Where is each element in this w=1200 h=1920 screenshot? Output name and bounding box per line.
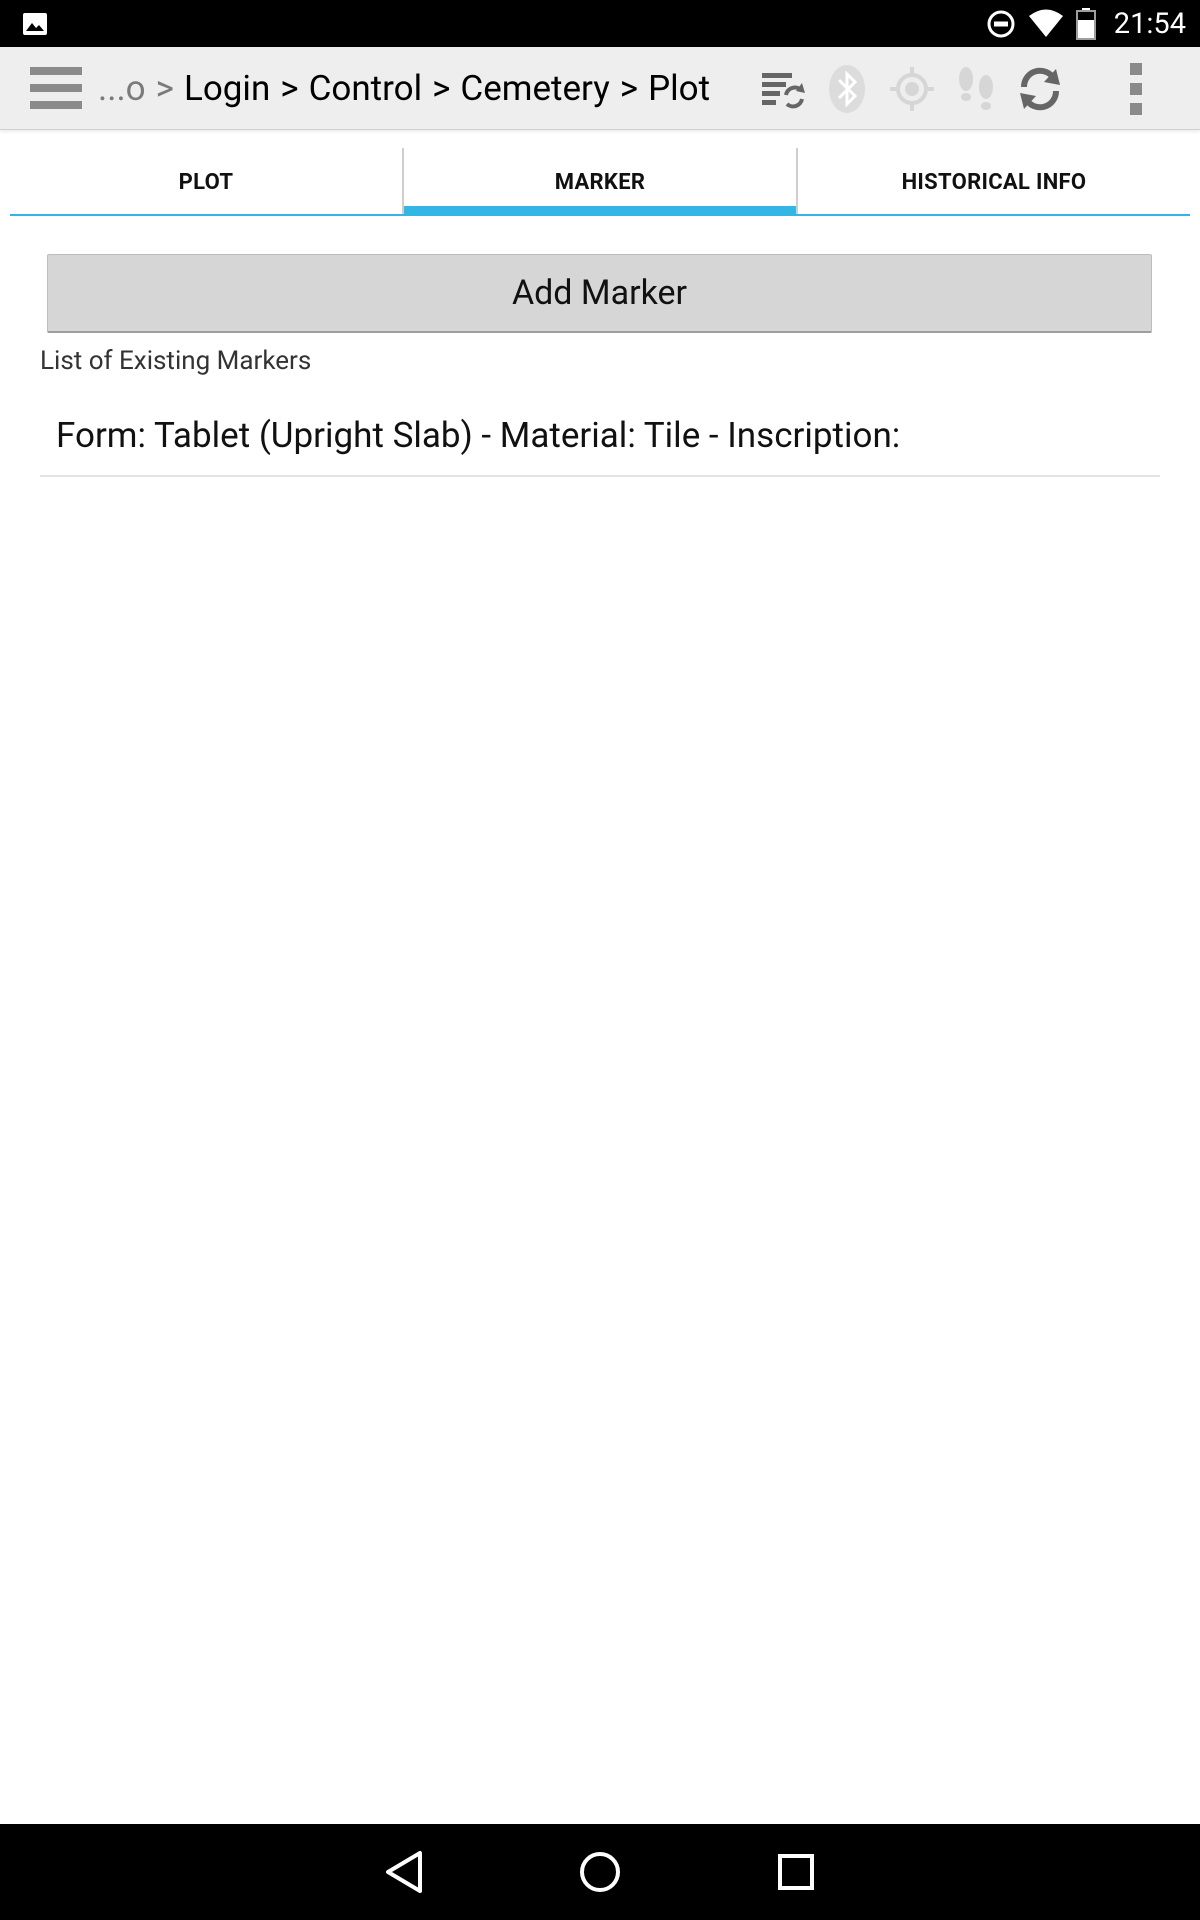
breadcrumb-separator: >: [619, 68, 639, 109]
do-not-disturb-icon: [987, 10, 1015, 37]
hamburger-menu-icon[interactable]: [30, 67, 82, 109]
status-bar: 21:54: [0, 0, 1200, 47]
overflow-menu-icon[interactable]: [1108, 61, 1164, 117]
breadcrumb-separator: >: [432, 68, 451, 109]
gps-icon[interactable]: [884, 61, 940, 117]
breadcrumb: ...o > Login > Control > Cemetery > Plot: [98, 47, 710, 130]
breadcrumb-item-control[interactable]: Control: [309, 68, 423, 109]
action-bar: ...o > Login > Control > Cemetery > Plot: [0, 47, 1200, 130]
footprints-icon[interactable]: [948, 61, 1004, 117]
tab-historical-info[interactable]: HISTORICAL INFO: [798, 148, 1190, 216]
status-time: 21:54: [1113, 6, 1186, 41]
refresh-icon[interactable]: [1012, 61, 1068, 117]
bluetooth-icon[interactable]: [819, 61, 875, 117]
marker-list-item[interactable]: Form: Tablet (Upright Slab) - Material: …: [40, 395, 1160, 477]
list-caption: List of Existing Markers: [40, 346, 312, 376]
recents-icon[interactable]: [766, 1842, 826, 1902]
tab-active-indicator: [404, 206, 796, 216]
sync-records-icon[interactable]: [755, 61, 811, 117]
home-icon[interactable]: [570, 1842, 630, 1902]
breadcrumb-separator: >: [155, 68, 174, 109]
add-marker-button[interactable]: Add Marker: [47, 254, 1152, 333]
tab-bar: PLOT MARKER HISTORICAL INFO: [10, 148, 1190, 216]
wifi-icon: [1028, 9, 1063, 37]
battery-icon: [1075, 7, 1096, 40]
breadcrumb-ellipsis[interactable]: ...o: [98, 68, 146, 109]
back-icon[interactable]: [374, 1842, 434, 1902]
navigation-bar: [0, 1824, 1200, 1920]
breadcrumb-item-cemetery[interactable]: Cemetery: [460, 68, 609, 109]
breadcrumb-item-plot: Plot: [648, 68, 711, 109]
tab-plot[interactable]: PLOT: [10, 148, 402, 216]
breadcrumb-separator: >: [280, 68, 299, 109]
image-icon: [23, 13, 47, 35]
breadcrumb-item-login[interactable]: Login: [184, 68, 270, 109]
